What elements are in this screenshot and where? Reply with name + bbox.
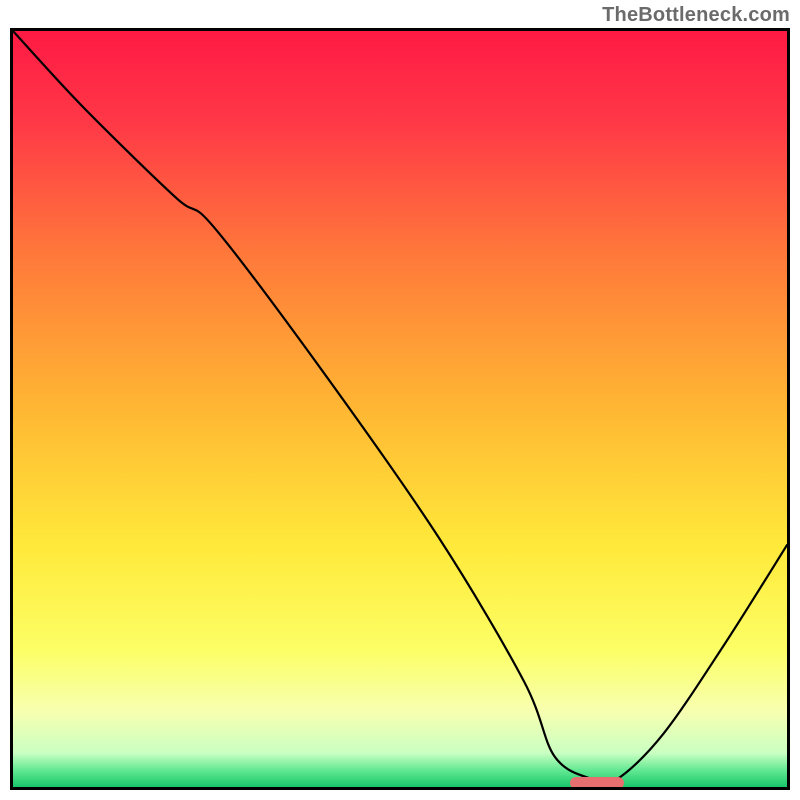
curve-layer <box>13 31 787 787</box>
optimal-range-marker <box>570 777 624 789</box>
bottleneck-curve <box>13 31 787 784</box>
plot-frame <box>10 28 790 790</box>
watermark-text: TheBottleneck.com <box>602 4 790 27</box>
chart-container: TheBottleneck.com <box>0 0 800 800</box>
